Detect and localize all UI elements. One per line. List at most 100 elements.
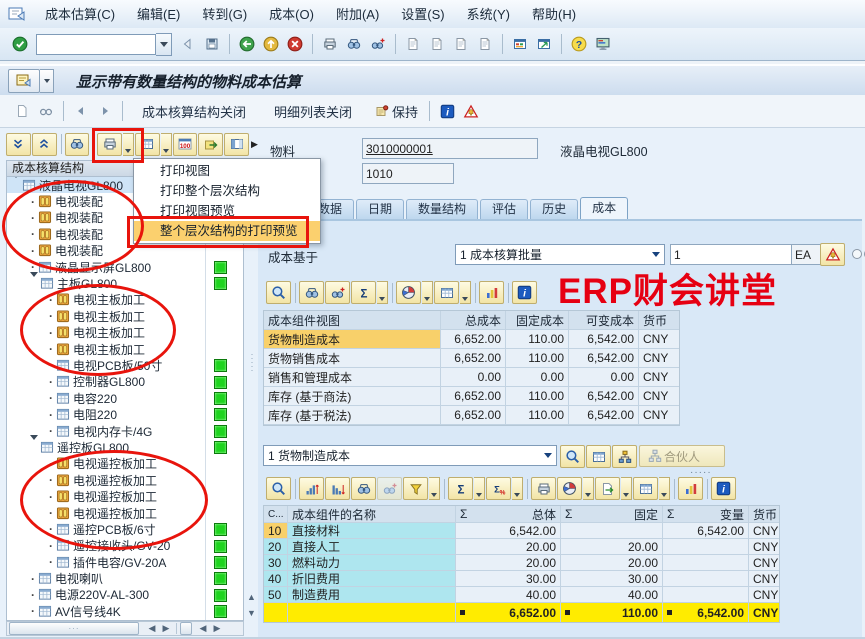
cv-info-icon[interactable]: i <box>512 281 537 304</box>
cancel-icon[interactable] <box>284 33 306 55</box>
toolbar-overflow-icon[interactable]: ▶ <box>251 139 258 150</box>
tree-expander-icon[interactable] <box>29 440 39 454</box>
screen-menu-icon[interactable] <box>8 69 40 93</box>
cost-view-select[interactable]: 1 货物制造成本 <box>263 445 557 466</box>
table-row[interactable]: 30燃料动力20.0020.00CNY <box>264 555 779 571</box>
tree-item[interactable]: ·电视主板加工 <box>7 341 243 357</box>
cv-layout-dropdown-icon[interactable] <box>460 281 471 304</box>
tree-expander-icon[interactable] <box>11 178 21 192</box>
tree-col2-scroll-thumb[interactable] <box>180 622 192 635</box>
plant-input[interactable] <box>362 163 454 184</box>
cv-bar-chart-icon[interactable] <box>479 281 504 304</box>
print-menu-item[interactable]: 打印视图预览 <box>134 201 320 221</box>
table-row[interactable]: 40折旧费用30.0030.00CNY <box>264 571 779 587</box>
expand-all-icon[interactable] <box>6 133 31 156</box>
tree-item[interactable]: ·电视喇叭 <box>7 570 243 586</box>
tree-col2-scroll-left-icon[interactable]: ◀ <box>196 622 210 635</box>
save-icon[interactable] <box>201 33 223 55</box>
it-export-icon[interactable] <box>595 477 620 500</box>
tree-item[interactable]: ·AV信号线4K <box>7 603 243 619</box>
tree-item[interactable]: 遥控板GL800 <box>7 439 243 455</box>
column-settings-dropdown-icon[interactable] <box>161 133 172 156</box>
it-print-icon[interactable] <box>531 477 556 500</box>
tab-日期[interactable]: 日期 <box>356 199 404 219</box>
tree-scroll-right-icon[interactable]: ▶ <box>159 622 173 635</box>
column-header[interactable]: C... <box>264 506 288 523</box>
help-icon[interactable]: ? <box>568 33 590 55</box>
print-menu-item[interactable]: 整个层次结构的打印预览 <box>134 221 320 241</box>
table-row[interactable]: 库存 (基于商法)6,652.00110.006,542.00CNY <box>264 387 679 406</box>
column-header[interactable]: 总成本 <box>441 311 506 330</box>
splitter-scroll-up-icon[interactable]: ▲ <box>245 590 258 603</box>
it-subtotal-icon[interactable]: Σ% <box>486 477 511 500</box>
vs-magnify-icon[interactable] <box>560 445 585 468</box>
collapse-all-icon[interactable] <box>32 133 57 156</box>
column-header[interactable]: Σ变量 <box>663 506 749 523</box>
tree-item[interactable]: ·电视内存卡/4G <box>7 423 243 439</box>
choose-layout-icon[interactable] <box>224 133 249 156</box>
tree-item[interactable]: ·插件电容/GV-20A <box>7 554 243 570</box>
new-session-icon[interactable] <box>509 33 531 55</box>
tree-item[interactable]: ·电视遥控板加工 <box>7 456 243 472</box>
it-filter-dropdown-icon[interactable] <box>429 477 440 500</box>
costing-lot-size-icon[interactable]: 100 <box>173 133 198 156</box>
command-input[interactable] <box>36 34 156 55</box>
tab-数量结构[interactable]: 数量结构 <box>406 199 478 219</box>
menubar-item[interactable]: 帮助(H) <box>521 1 587 28</box>
it-layout-icon[interactable] <box>633 477 658 500</box>
tree-expander-icon[interactable] <box>29 277 39 291</box>
cv-sum-icon[interactable]: Σ <box>351 281 376 304</box>
tree-item[interactable]: ·电源220V-AL-300 <box>7 587 243 603</box>
it-find-icon[interactable] <box>351 477 376 500</box>
tree-item[interactable]: ·控制器GL800 <box>7 374 243 390</box>
tree-item[interactable]: ·电视遥控板加工 <box>7 488 243 504</box>
column-header[interactable]: 成本组件视图 <box>264 311 441 330</box>
table-row[interactable]: 20直接人工20.0020.00CNY <box>264 539 779 555</box>
costs-based-on-select[interactable]: 1 成本核算批量 <box>455 244 665 265</box>
system-session-icon[interactable] <box>8 6 26 22</box>
print-menu-item[interactable]: 打印整个层次结构 <box>134 181 320 201</box>
tree-scroll-left-icon[interactable]: ◀ <box>145 622 159 635</box>
splitter-handle[interactable]: ····· <box>248 352 256 372</box>
vs-layout-icon[interactable] <box>586 445 611 468</box>
back-icon[interactable] <box>236 33 258 55</box>
table-row[interactable]: 库存 (基于税法)6,652.00110.006,542.00CNY <box>264 406 679 425</box>
tree-item[interactable]: 主板GL800 <box>7 275 243 291</box>
menubar-item[interactable]: 成本(O) <box>258 1 325 28</box>
it-export-dropdown-icon[interactable] <box>621 477 632 500</box>
cv-pie-chart-icon[interactable] <box>396 281 421 304</box>
tree-item[interactable]: ·液晶显示屏GL800 <box>7 259 243 275</box>
display-change-icon[interactable] <box>35 100 57 122</box>
it-info-icon[interactable]: i <box>711 477 736 500</box>
column-settings-icon[interactable] <box>135 133 160 156</box>
detail-magnify-icon[interactable] <box>266 281 291 304</box>
table-row[interactable]: 货物制造成本6,652.00110.006,542.00CNY <box>264 330 679 349</box>
it-pie-dropdown-icon[interactable] <box>583 477 594 500</box>
tree-item[interactable]: ·遥控接收头/GV-20 <box>7 538 243 554</box>
tree-item[interactable]: ·电视主板加工 <box>7 325 243 341</box>
it-find-next-icon[interactable] <box>377 477 402 500</box>
tree-find-icon[interactable] <box>65 133 90 156</box>
find-icon[interactable] <box>343 33 365 55</box>
tree-print-icon[interactable] <box>97 133 122 156</box>
print-icon[interactable] <box>319 33 341 55</box>
it-layout-dropdown-icon[interactable] <box>659 477 670 500</box>
previous-icon[interactable] <box>70 100 92 122</box>
info-icon[interactable]: i <box>436 100 458 122</box>
export-icon[interactable] <box>198 133 223 156</box>
next-icon[interactable] <box>94 100 116 122</box>
it-sum-dropdown-icon[interactable] <box>474 477 485 500</box>
it-magnify-icon[interactable] <box>266 477 291 500</box>
menubar-item[interactable]: 附加(A) <box>325 1 390 28</box>
it-bar-chart-icon[interactable] <box>678 477 703 500</box>
next-page-icon[interactable] <box>450 33 472 55</box>
it-pie-chart-icon[interactable] <box>557 477 582 500</box>
last-page-icon[interactable] <box>474 33 496 55</box>
menubar-item[interactable]: 转到(G) <box>191 1 258 28</box>
cv-sum-dropdown-icon[interactable] <box>377 281 388 304</box>
tree-item[interactable]: ·电视主板加工 <box>7 292 243 308</box>
screen-menu-dropdown-icon[interactable] <box>40 69 54 93</box>
detail-list-close-button[interactable]: 明细列表关闭 <box>266 100 360 123</box>
tree-item[interactable]: ·电视遥控板加工 <box>7 472 243 488</box>
prev-page-icon[interactable] <box>426 33 448 55</box>
